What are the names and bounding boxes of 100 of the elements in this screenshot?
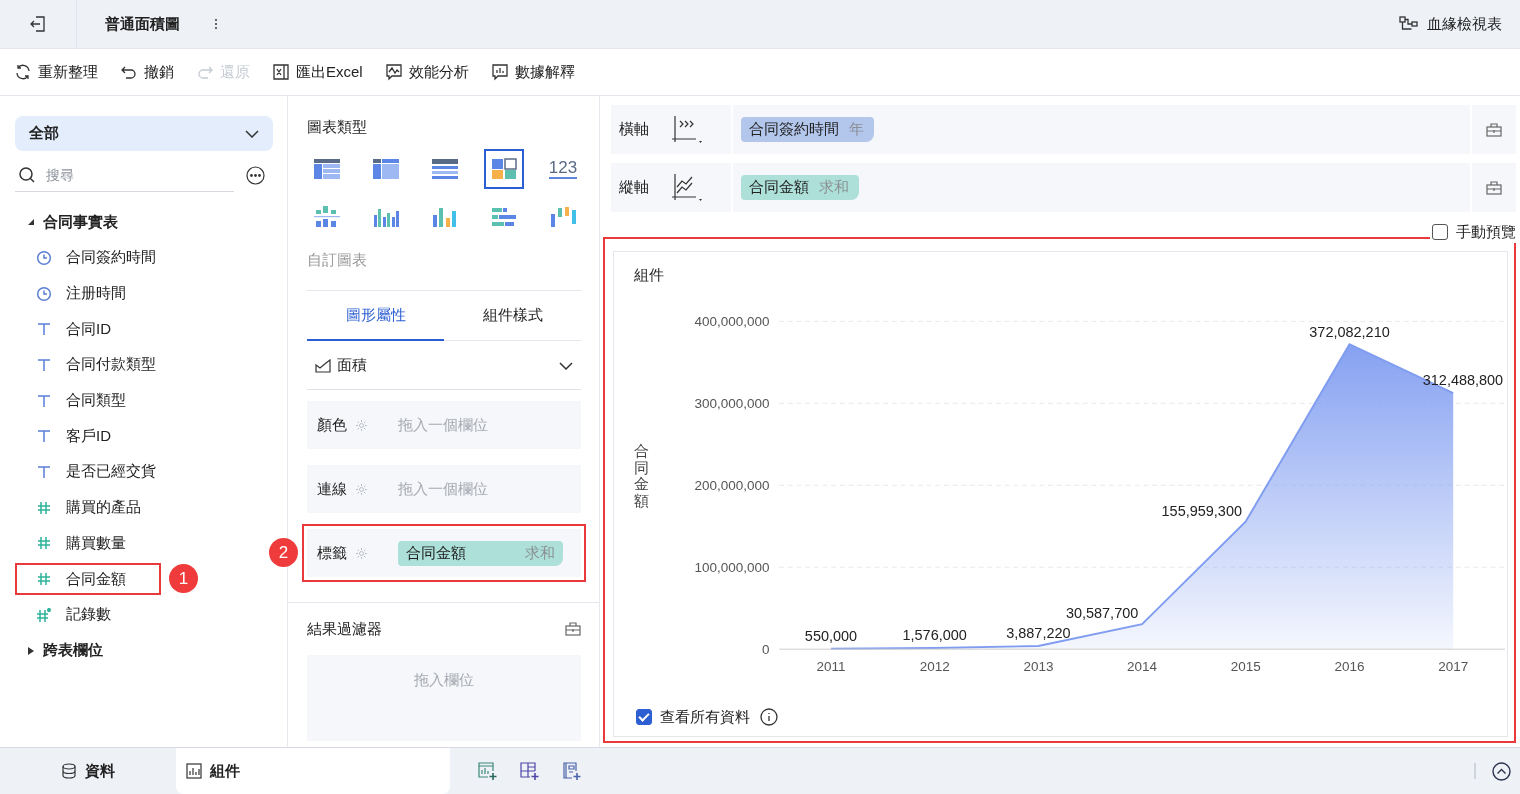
y-axis-icon[interactable] — [671, 172, 705, 203]
data-label: 312,488,800 — [1422, 372, 1504, 389]
table-group[interactable]: 跨表欄位 — [15, 634, 272, 667]
info-icon[interactable] — [760, 708, 778, 726]
table-icon — [372, 157, 400, 181]
step-badge: 1 — [169, 564, 198, 594]
search-field[interactable]: 搜尋 — [44, 166, 218, 184]
bar-comment-icon — [490, 63, 509, 81]
hash-icon — [36, 535, 52, 552]
toolbar-button[interactable]: 匯出Excel — [272, 62, 363, 82]
text-type-icon — [36, 356, 52, 373]
lineage-link[interactable]: 血緣檢視表 — [1427, 14, 1502, 34]
x-tick-label: 2015 — [1230, 659, 1261, 675]
field-item[interactable]: 注册時間 — [15, 277, 161, 310]
y-axis-title: 合同金額 — [634, 443, 649, 509]
clock-icon — [36, 249, 52, 266]
field-item[interactable]: 記錄數 — [15, 598, 161, 631]
mark-type-dropdown[interactable]: 面積 — [307, 342, 581, 390]
section-title: 結果過濾器 — [307, 619, 382, 639]
excel-icon — [272, 63, 290, 81]
add-layout-icon[interactable] — [520, 761, 540, 781]
checkbox[interactable] — [636, 709, 652, 725]
checkbox-label: 手動預覽 — [1456, 222, 1516, 242]
hash-icon — [36, 499, 52, 516]
slot-label: 標籤 — [317, 543, 348, 563]
more-icon[interactable] — [246, 166, 265, 185]
table-group[interactable]: 合同事實表 — [15, 206, 272, 238]
bar-chart-icon — [490, 205, 518, 229]
field-item[interactable]: 合同付款類型 — [15, 349, 161, 381]
toolbox-icon[interactable] — [565, 622, 581, 636]
field-chip[interactable]: 合同金額 求和 — [398, 540, 563, 566]
x-tick-label: 2014 — [1127, 659, 1158, 675]
table-icon — [313, 157, 341, 181]
x-axis-icon[interactable] — [671, 114, 705, 145]
property-tab[interactable]: 組件樣式 — [444, 291, 581, 341]
text-type-icon — [36, 428, 52, 445]
hash-icon — [36, 571, 52, 588]
field-chip[interactable]: 合同簽約時間 年 — [741, 117, 874, 142]
field-item[interactable]: 是否已經交貨 — [15, 456, 161, 488]
checkbox-label: 查看所有資料 — [660, 707, 750, 727]
field-item[interactable]: 客戶ID — [15, 420, 161, 453]
data-label: 1,576,000 — [902, 627, 967, 644]
exit-icon[interactable] — [29, 15, 47, 33]
chart-comment-icon — [384, 63, 403, 81]
toolbar-button[interactable]: 數據解釋 — [490, 62, 575, 82]
report-title: 普通面積圖 — [105, 14, 180, 34]
slot-label: 顏色 — [317, 415, 348, 435]
bar-chart-icon — [549, 205, 577, 229]
x-tick-label: 2013 — [1023, 659, 1054, 675]
toolbox-icon[interactable] — [1486, 180, 1502, 195]
x-tick-label: 2016 — [1334, 659, 1365, 675]
field-item[interactable]: 購買的產品 — [15, 491, 161, 524]
table-icon — [431, 157, 459, 181]
y-tick-label: 300,000,000 — [694, 396, 770, 412]
area-chart-icon — [315, 358, 331, 373]
dashboard-icon — [490, 157, 518, 181]
drop-placeholder: 拖入一個欄位 — [398, 415, 488, 435]
add-page-icon[interactable] — [562, 761, 582, 781]
hash-icon — [36, 606, 52, 623]
chart-type-button[interactable] — [484, 149, 524, 189]
caret-icon — [27, 646, 35, 655]
y-tick-label: 400,000,000 — [694, 314, 770, 330]
dataset-dropdown[interactable]: 全部 — [15, 116, 273, 151]
chevron-down-icon — [559, 361, 573, 370]
field-item[interactable]: 合同類型 — [15, 384, 161, 417]
add-chart-icon[interactable] — [478, 761, 498, 781]
chevron-down-icon — [245, 129, 259, 138]
x-tick-label: 2017 — [1438, 659, 1469, 675]
clock-icon — [36, 285, 52, 302]
toolbox-icon[interactable] — [1486, 122, 1502, 137]
toolbar-button[interactable]: 效能分析 — [384, 62, 469, 82]
data-label: 30,587,700 — [1065, 605, 1139, 622]
chart-type-button[interactable]: 123 — [543, 149, 583, 189]
refresh-icon — [14, 63, 32, 81]
section-title: 圖表類型 — [307, 118, 368, 137]
field-item[interactable]: 合同ID — [15, 313, 161, 346]
checkbox[interactable] — [1432, 224, 1448, 240]
field-item[interactable]: 購買數量 — [15, 527, 161, 560]
search-icon — [18, 166, 36, 184]
field-chip[interactable]: 合同金額 求和 — [741, 175, 859, 200]
drop-placeholder: 拖入一個欄位 — [398, 479, 488, 499]
database-icon — [61, 763, 77, 779]
y-tick-label: 0 — [762, 642, 770, 657]
bottom-tab[interactable]: 資料 — [0, 748, 176, 794]
bar-chart-icon — [431, 205, 459, 229]
toolbar-button[interactable]: 重新整理 — [14, 62, 98, 82]
x-tick-label: 2011 — [816, 659, 846, 675]
collapse-icon[interactable] — [1492, 761, 1511, 781]
lineage-icon[interactable] — [1399, 16, 1419, 32]
toolbar-button[interactable]: 撤銷 — [120, 62, 174, 82]
data-label: 3,887,220 — [1006, 625, 1071, 642]
data-label: 372,082,210 — [1309, 323, 1390, 340]
y-tick-label: 200,000,000 — [694, 478, 770, 494]
property-tab[interactable]: 圖形屬性 — [307, 291, 444, 341]
text-type-icon — [36, 392, 52, 409]
encoding-slot[interactable]: 標籤 合同金額 求和 — [302, 524, 586, 582]
axis-label: 縱軸 — [619, 178, 649, 197]
bottom-tab[interactable]: 組件 — [176, 748, 450, 794]
field-item[interactable]: 合同簽約時間 — [15, 242, 161, 274]
text-type-icon — [36, 321, 52, 338]
